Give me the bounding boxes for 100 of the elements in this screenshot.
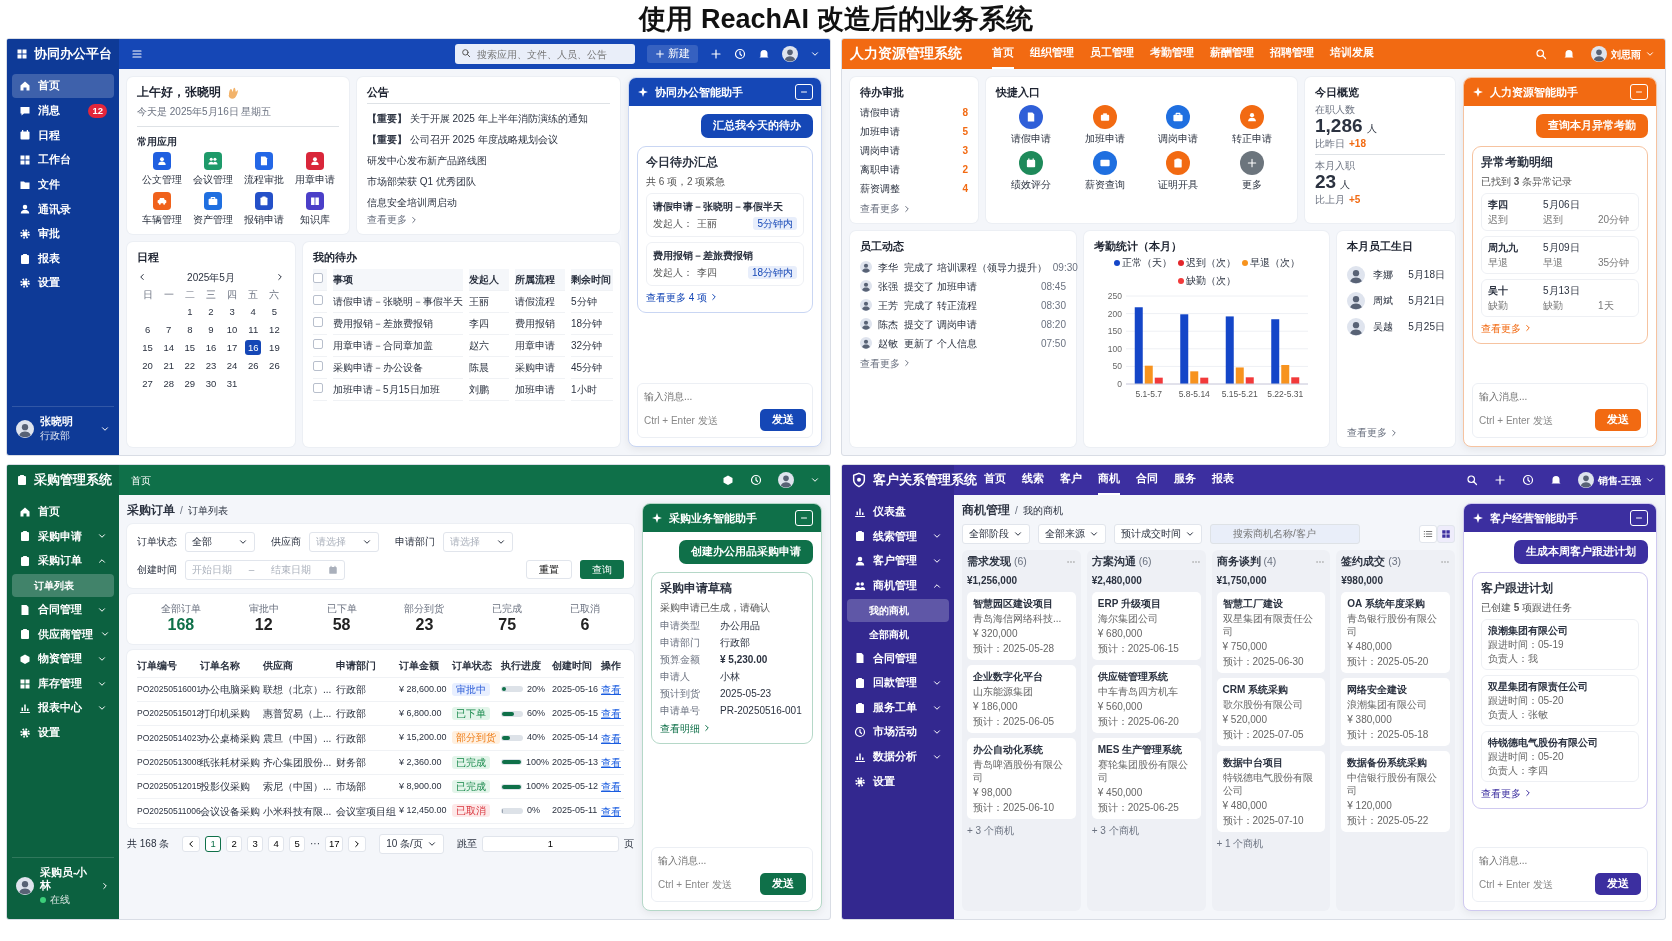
- sidebar-item[interactable]: 商机管理: [847, 573, 949, 598]
- chevron-left-icon[interactable]: [137, 272, 147, 283]
- calendar-day[interactable]: 14: [160, 339, 177, 355]
- quick-entry[interactable]: 薪资查询: [1069, 151, 1140, 192]
- message-box[interactable]: 输入消息... Ctrl + Enter 发送 发送: [1472, 383, 1648, 438]
- calendar-day[interactable]: 7: [160, 321, 177, 337]
- app-shortcut[interactable]: 知识库: [290, 192, 339, 226]
- sidebar-item[interactable]: 首页: [12, 74, 114, 98]
- deal-card[interactable]: 智慧工厂建设 双星集团有限责任公司 ¥ 750,000 预计：2025-06-30: [1216, 591, 1326, 673]
- select-field[interactable]: 全部: [185, 531, 255, 552]
- deal-card[interactable]: 智慧园区建设项目 青岛海信网络科技... ¥ 320,000 预计：2025-05-28: [967, 591, 1076, 660]
- sidebar-item[interactable]: 库存管理: [12, 671, 114, 696]
- more-link[interactable]: 查看更多: [860, 202, 912, 216]
- app-shortcut[interactable]: 车辆管理: [137, 192, 186, 226]
- checkbox[interactable]: [313, 382, 323, 393]
- plus-icon[interactable]: [1493, 474, 1506, 486]
- view-link[interactable]: 查看: [601, 805, 621, 817]
- message-box[interactable]: 输入消息... Ctrl + Enter 发送 发送: [1472, 847, 1648, 902]
- sidebar-item[interactable]: 设置: [847, 769, 949, 794]
- app-shortcut[interactable]: 用章申请: [290, 152, 339, 186]
- calendar-day[interactable]: 30: [203, 375, 219, 391]
- collapse-button[interactable]: [795, 510, 813, 526]
- sidebar-subitem[interactable]: 订单列表: [12, 573, 114, 597]
- sidebar-subitem[interactable]: 全部商机: [847, 622, 949, 646]
- quick-entry[interactable]: 绩效评分: [996, 151, 1066, 192]
- quick-entry[interactable]: 证明开具: [1143, 151, 1214, 192]
- select-field[interactable]: 预计成交时间: [1114, 523, 1202, 544]
- sidebar-item[interactable]: 服务工单: [847, 695, 949, 720]
- deal-card[interactable]: OA 系统年度采购 青岛银行股份有限公司 ¥ 480,000 预计：2025-05-20: [1341, 591, 1450, 673]
- calendar-day[interactable]: 10: [224, 321, 241, 337]
- page-button[interactable]: 4: [268, 835, 285, 852]
- page-button[interactable]: 3: [247, 835, 264, 852]
- notice-item[interactable]: 【重要】 关于开展 2025 年上半年消防演练的通知: [367, 108, 610, 130]
- new-button[interactable]: 新建: [647, 45, 698, 63]
- nav-tab[interactable]: 合同: [1136, 465, 1158, 495]
- calendar-day[interactable]: 5: [266, 303, 283, 319]
- view-toggle[interactable]: [1419, 524, 1437, 543]
- view-link[interactable]: 查看: [601, 756, 621, 768]
- deal-card[interactable]: 数据备份系统采购 中信银行股份有限公司 ¥ 120,000 预计：2025-05-22: [1341, 750, 1450, 832]
- deal-card[interactable]: ERP 升级项目 海尔集团公司 ¥ 680,000 预计：2025-06-15: [1091, 591, 1201, 660]
- checkbox[interactable]: [313, 360, 323, 371]
- action-button[interactable]: 生成本周客户跟进计划: [1514, 540, 1648, 564]
- checkbox[interactable]: [313, 272, 323, 283]
- action-button[interactable]: 创建办公用品采购申请: [679, 540, 813, 564]
- more-link[interactable]: 查看更多: [1481, 786, 1639, 800]
- app-shortcut[interactable]: 报销申请: [239, 192, 288, 226]
- avatar-icon[interactable]: [778, 472, 794, 488]
- deal-card[interactable]: MES 生产管理系统 赛轮集团股份有限公司 ¥ 450,000 预计：2025-06-25: [1091, 737, 1201, 819]
- calendar-day[interactable]: 15: [139, 339, 156, 355]
- sidebar-item[interactable]: 仪表盘: [847, 500, 949, 524]
- calendar-day[interactable]: 27: [139, 375, 156, 391]
- app-shortcut[interactable]: 公文管理: [137, 152, 186, 186]
- calendar-day[interactable]: 31: [224, 375, 241, 391]
- view-link[interactable]: 查看: [601, 732, 621, 744]
- sidebar-item[interactable]: 数据分析: [847, 745, 949, 769]
- chevron-down-icon[interactable]: [1645, 475, 1655, 485]
- collapse-button[interactable]: [795, 84, 813, 100]
- search-field[interactable]: 搜索应用、文件、人员、公告: [455, 44, 635, 64]
- query-button[interactable]: 查询: [580, 560, 624, 580]
- breadcrumb-item[interactable]: 采购订单: [127, 503, 175, 518]
- app-shortcut[interactable]: 流程审批: [239, 152, 288, 186]
- app-shortcut[interactable]: 资产管理: [188, 192, 237, 226]
- reset-button[interactable]: 重置: [526, 560, 572, 580]
- notice-item[interactable]: 【重要】 公司召开 2025 年度战略规划会议: [367, 129, 610, 151]
- menu-icon[interactable]: [131, 48, 143, 60]
- notice-item[interactable]: 市场部荣获 Q1 优秀团队: [367, 171, 610, 193]
- sidebar-item[interactable]: 合同管理: [847, 646, 949, 671]
- calendar-day[interactable]: 8: [181, 321, 198, 337]
- sidebar-item[interactable]: 报表中心: [12, 696, 114, 721]
- nav-tab[interactable]: 客户: [1060, 465, 1082, 495]
- calendar-day[interactable]: 15: [181, 339, 198, 355]
- more-link[interactable]: 查看明细: [660, 721, 804, 735]
- more-link[interactable]: 查看更多: [1347, 426, 1445, 439]
- quick-entry[interactable]: 调岗申请: [1143, 105, 1214, 146]
- nav-tab[interactable]: 报表: [1212, 465, 1234, 495]
- nav-tab[interactable]: 商机: [1098, 465, 1120, 495]
- calendar-day[interactable]: 22: [181, 357, 198, 373]
- send-button[interactable]: 发送: [760, 409, 806, 431]
- calendar-day[interactable]: 19: [266, 339, 283, 355]
- app-shortcut[interactable]: 会议管理: [188, 152, 237, 186]
- sidebar-item[interactable]: 工作台: [12, 148, 114, 172]
- calendar-day[interactable]: 11: [245, 321, 262, 337]
- send-button[interactable]: 发送: [1595, 873, 1641, 895]
- select-field[interactable]: 全部阶段: [962, 523, 1030, 544]
- calendar-day[interactable]: 1: [181, 303, 198, 319]
- calendar-day[interactable]: 23: [203, 357, 219, 373]
- view-link[interactable]: 查看: [601, 781, 621, 793]
- clock-icon[interactable]: [750, 474, 762, 486]
- deal-card[interactable]: 供应链管理系统 中车青岛四方机车 ¥ 560,000 预计：2025-06-20: [1091, 664, 1201, 733]
- avatar-icon[interactable]: [1577, 472, 1594, 488]
- message-box[interactable]: 输入消息... Ctrl + Enter 发送 发送: [637, 383, 813, 438]
- page-button[interactable]: 2: [226, 835, 243, 852]
- sidebar-item[interactable]: 文件: [12, 172, 114, 197]
- quick-entry[interactable]: 加班申请: [1069, 105, 1140, 146]
- deal-card[interactable]: 企业数字化平台 山东能源集团 ¥ 186,000 预计：2025-06-05: [967, 664, 1076, 733]
- sidebar-item[interactable]: 报表: [12, 246, 114, 271]
- more-link[interactable]: + 1 个商机: [1216, 836, 1326, 850]
- more-link[interactable]: 查看更多: [860, 356, 912, 370]
- calendar-day[interactable]: 4: [245, 303, 262, 319]
- calendar-day[interactable]: 21: [160, 357, 177, 373]
